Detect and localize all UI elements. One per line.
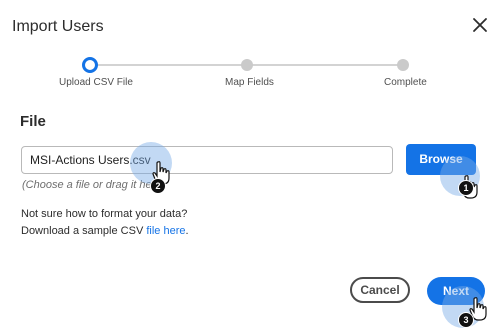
file-input[interactable]: MSI-Actions Users.csv [21,146,393,174]
step-indicator-map-fields [241,59,253,71]
sample-file-link[interactable]: file here [146,225,185,237]
step-label-map-fields: Map Fields [225,77,274,88]
download-sample-prefix: Download a sample CSV [21,225,147,237]
step-label-upload: Upload CSV File [59,77,133,88]
download-sample-suffix: . [185,225,189,237]
step-indicator-upload [82,57,98,73]
callout-badge-2: 2 [150,178,166,194]
close-icon[interactable] [471,16,489,34]
dialog-title: Import Users [12,18,104,35]
callout-badge-3: 3 [458,312,474,328]
help-text: Not sure how to format your data? [21,208,188,220]
file-hint: (Choose a file or drag it he [22,179,152,191]
download-sample-text: Download a sample CSV file here. [21,225,189,237]
step-label-complete: Complete [384,77,427,88]
step-indicator-complete [397,59,409,71]
file-heading: File [20,113,46,130]
cancel-button[interactable]: Cancel [350,277,410,303]
callout-badge-1: 1 [458,180,474,196]
